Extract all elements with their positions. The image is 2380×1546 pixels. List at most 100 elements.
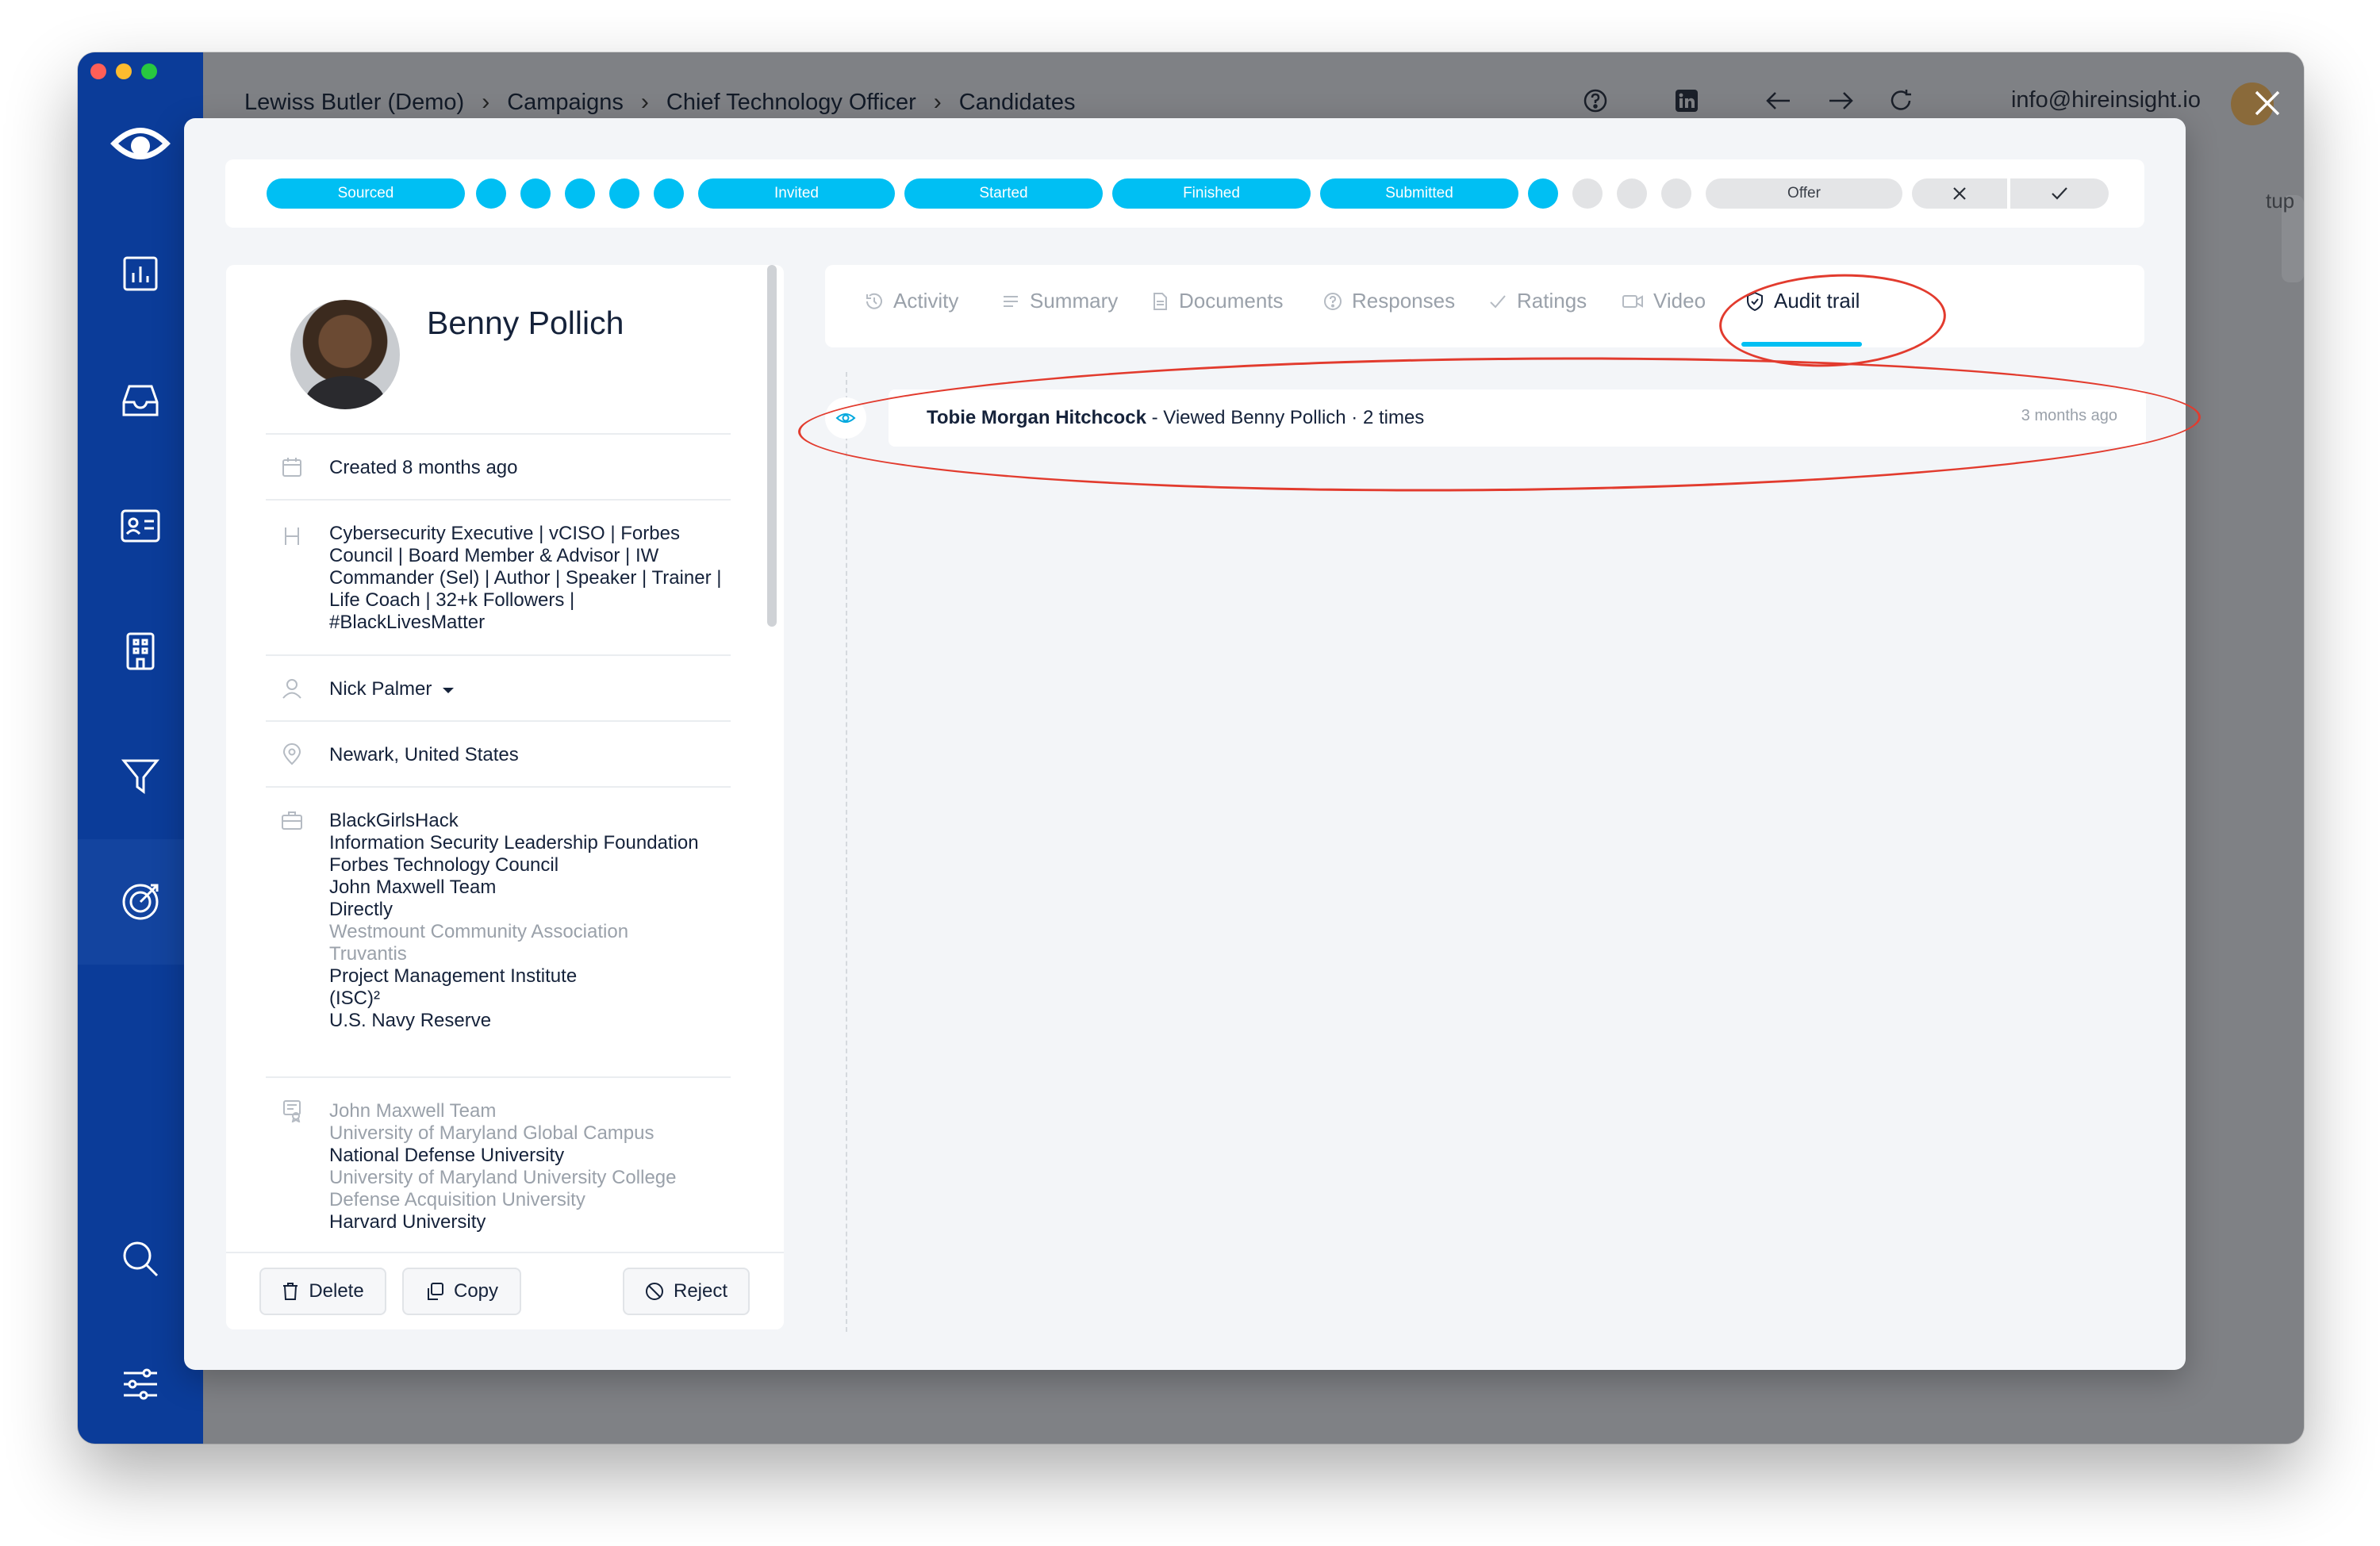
maximize-window-button[interactable] — [141, 63, 157, 79]
tab-responses[interactable]: Responses — [1323, 289, 1455, 313]
tab-ratings[interactable]: Ratings — [1488, 289, 1587, 313]
breadcrumb-item[interactable]: Chief Technology Officer — [666, 90, 916, 116]
breadcrumb-item[interactable]: Candidates — [959, 90, 1076, 116]
active-tab-indicator — [1741, 342, 1862, 347]
tab-label: Documents — [1179, 289, 1284, 313]
headline-row: Cybersecurity Executive | vCISO | Forbes… — [266, 499, 731, 654]
shield-check-icon — [1747, 291, 1763, 311]
education-item: National Defense University — [329, 1145, 565, 1166]
timeline-marker — [825, 397, 866, 439]
owner-row[interactable]: Nick Palmer — [266, 654, 731, 720]
heading-icon — [285, 527, 299, 545]
education-item: John Maxwell Team — [329, 1100, 497, 1122]
tab-audit-trail[interactable]: Audit trail — [1745, 289, 1860, 313]
stage-finished[interactable]: Finished — [1112, 178, 1311, 209]
owner-name: Nick Palmer — [329, 678, 432, 700]
arrow-back-icon[interactable] — [1765, 90, 1792, 111]
tab-label: Audit trail — [1774, 289, 1860, 313]
stage-dot[interactable] — [654, 178, 684, 209]
arrow-forward-icon[interactable] — [1827, 90, 1854, 111]
audit-entry-text: Tobie Morgan Hitchcock - Viewed Benny Po… — [927, 407, 1424, 429]
inbox-icon[interactable] — [117, 378, 163, 424]
stage-dot-pending[interactable] — [1572, 178, 1603, 209]
copy-button[interactable]: Copy — [402, 1268, 521, 1315]
profile-scrollbar[interactable] — [767, 265, 777, 627]
help-icon[interactable] — [1583, 88, 1608, 113]
stage-dot-pending[interactable] — [1661, 178, 1691, 209]
close-window-button[interactable] — [90, 63, 106, 79]
minimize-window-button[interactable] — [116, 63, 132, 79]
contact-card-icon[interactable] — [117, 503, 163, 549]
app-logo-icon[interactable] — [109, 113, 171, 175]
education-item: University of Maryland University Colleg… — [329, 1167, 677, 1188]
created-row: Created 8 months ago — [266, 433, 731, 499]
breadcrumb-item[interactable]: Campaigns — [507, 90, 624, 116]
user-icon — [282, 679, 301, 699]
breadcrumb-item[interactable]: Lewiss Butler (Demo) — [244, 90, 464, 116]
stage-invited[interactable]: Invited — [698, 178, 895, 209]
education-list: John Maxwell Team University of Maryland… — [329, 1100, 726, 1233]
check-icon — [1490, 294, 1506, 308]
building-icon[interactable] — [117, 628, 163, 674]
linkedin-icon[interactable] — [1675, 89, 1699, 113]
audit-actor: Tobie Morgan Hitchcock — [927, 407, 1146, 428]
owner-dropdown[interactable]: Nick Palmer — [329, 678, 726, 700]
experience-item: Forbes Technology Council — [329, 854, 559, 876]
account-email[interactable]: info@hireinsight.io — [2011, 87, 2201, 113]
reject-stage-button[interactable] — [1912, 178, 2007, 209]
education-item: Defense Acquisition University — [329, 1189, 585, 1210]
stage-dot-pending[interactable] — [1617, 178, 1647, 209]
ban-icon — [645, 1283, 663, 1300]
stage-dot[interactable] — [1528, 178, 1558, 209]
tab-label: Activity — [893, 289, 959, 313]
stage-started[interactable]: Started — [904, 178, 1103, 209]
stage-offer[interactable]: Offer — [1706, 178, 1902, 209]
funnel-icon[interactable] — [117, 754, 163, 800]
analytics-icon[interactable] — [117, 251, 163, 297]
stage-dot[interactable] — [520, 178, 551, 209]
candidate-modal: Sourced Invited Started Finished Submitt… — [184, 118, 2202, 1370]
experience-item: BlackGirlsHack — [329, 810, 459, 831]
tab-documents[interactable]: Documents — [1150, 289, 1284, 313]
stage-sourced[interactable]: Sourced — [267, 178, 465, 209]
chevron-right-icon: › — [640, 89, 649, 115]
copy-label: Copy — [453, 1280, 499, 1302]
reject-label: Reject — [673, 1280, 728, 1302]
refresh-icon[interactable] — [1889, 89, 1913, 113]
background-hint-text: tup — [2266, 189, 2295, 213]
tab-activity[interactable]: Activity — [865, 289, 958, 313]
tab-label: Ratings — [1517, 289, 1587, 313]
close-modal-icon[interactable] — [2251, 87, 2283, 119]
education-row: John Maxwell Team University of Maryland… — [266, 1076, 731, 1251]
location-row: Newark, United States — [266, 720, 731, 786]
stage-dot[interactable] — [609, 178, 639, 209]
stage-dot[interactable] — [565, 178, 595, 209]
tab-video[interactable]: Video — [1622, 289, 1706, 313]
tab-summary[interactable]: Summary — [1001, 289, 1118, 313]
target-icon[interactable] — [117, 879, 163, 925]
headline-text: Cybersecurity Executive | vCISO | Forbes… — [329, 523, 722, 633]
settings-sliders-icon[interactable] — [117, 1361, 163, 1407]
experience-item: (ISC)² — [329, 988, 380, 1009]
experience-row: BlackGirlsHack Information Security Lead… — [266, 786, 731, 1076]
education-item: Harvard University — [329, 1211, 486, 1233]
chevron-right-icon: › — [482, 89, 490, 115]
search-icon[interactable] — [117, 1236, 163, 1282]
document-icon — [1154, 292, 1167, 310]
history-icon — [866, 293, 882, 309]
video-camera-icon — [1622, 294, 1643, 308]
audit-timestamp: 3 months ago — [2021, 407, 2117, 424]
stage-dot[interactable] — [476, 178, 506, 209]
experience-item: John Maxwell Team — [329, 877, 497, 898]
stage-submitted[interactable]: Submitted — [1320, 178, 1518, 209]
calendar-icon — [282, 458, 301, 477]
accept-stage-button[interactable] — [2010, 178, 2109, 209]
tab-label: Summary — [1030, 289, 1119, 313]
copy-icon — [427, 1283, 443, 1300]
window-controls — [90, 63, 157, 79]
reject-button[interactable]: Reject — [623, 1268, 750, 1315]
delete-button[interactable]: Delete — [259, 1268, 386, 1315]
breadcrumb: Lewiss Butler (Demo) › Campaigns › Chief… — [244, 89, 1075, 116]
audit-entry: Tobie Morgan Hitchcock - Viewed Benny Po… — [889, 389, 2146, 447]
audit-action: - Viewed Benny Pollich · 2 times — [1146, 407, 1425, 428]
